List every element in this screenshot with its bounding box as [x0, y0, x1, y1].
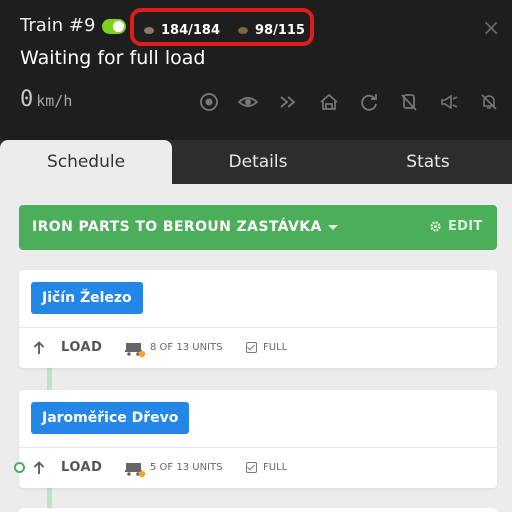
train-header: Train #9 184/184 98/115 × Waiting for fu…: [0, 0, 512, 140]
wood-icon: [238, 27, 248, 34]
timeline-connector: [47, 368, 52, 390]
order-action: LOAD: [61, 340, 103, 355]
schedule-stop: Jičín Železo LOAD 8 OF 13 UNITS FULL: [19, 270, 497, 368]
stop-order[interactable]: LOAD 8 OF 13 UNITS FULL: [19, 328, 497, 368]
tab-schedule[interactable]: Schedule: [0, 140, 172, 184]
iron-ore-icon: [144, 27, 154, 34]
tab-stats[interactable]: Stats: [344, 140, 512, 184]
edit-route-button[interactable]: EDIT: [429, 219, 483, 234]
mute-bell-icon[interactable]: [478, 91, 500, 113]
arrow-up-icon: [33, 341, 45, 354]
order-condition: FULL: [263, 342, 288, 353]
horn-icon[interactable]: [438, 91, 460, 113]
checkbox-icon: [246, 342, 257, 353]
no-unload-icon[interactable]: [398, 91, 420, 113]
current-stop-marker: [14, 462, 25, 473]
arrow-up-icon: [33, 461, 45, 474]
gear-icon: [430, 221, 441, 232]
order-action: LOAD: [61, 460, 103, 475]
speed-readout: 0 km/h: [20, 87, 72, 112]
train-status: Waiting for full load: [20, 47, 206, 69]
chevron-down-icon: [327, 224, 338, 230]
cargo-amount: 98/115: [255, 23, 305, 38]
station-button[interactable]: Jičín Železo: [31, 282, 143, 314]
cargo-amount: 184/184: [161, 23, 221, 38]
order-condition: FULL: [263, 462, 288, 473]
wagon-icon: [125, 343, 146, 358]
train-active-toggle[interactable]: [102, 19, 126, 34]
cargo-item-iron: 184/184: [144, 23, 220, 38]
train-name: Train #9: [20, 15, 96, 36]
target-icon[interactable]: [198, 91, 220, 113]
depot-icon[interactable]: [318, 91, 340, 113]
wagon-icon: [125, 463, 146, 478]
speed-unit: km/h: [36, 92, 73, 110]
stop-order[interactable]: LOAD 5 OF 13 UNITS FULL: [19, 448, 497, 488]
route-name-label: IRON PARTS TO BEROUN ZASTÁVKA: [32, 219, 322, 235]
route-name[interactable]: IRON PARTS TO BEROUN ZASTÁVKA: [32, 219, 338, 235]
close-icon[interactable]: ×: [482, 18, 500, 40]
eye-icon[interactable]: [237, 91, 259, 113]
checkbox-icon: [246, 462, 257, 473]
station-button[interactable]: Jaroměřice Dřevo: [31, 402, 190, 434]
cargo-item-wood: 98/115: [238, 23, 305, 38]
fast-forward-icon[interactable]: [278, 91, 300, 113]
speed-value: 0: [20, 87, 34, 112]
edit-label: EDIT: [448, 219, 483, 234]
order-units: 8 OF 13 UNITS: [150, 342, 223, 353]
order-units: 5 OF 13 UNITS: [150, 462, 223, 473]
route-selector[interactable]: IRON PARTS TO BEROUN ZASTÁVKA EDIT: [19, 205, 497, 250]
cargo-summary: 184/184 98/115: [130, 8, 314, 46]
refresh-icon[interactable]: [358, 91, 380, 113]
schedule-stop: [19, 508, 497, 512]
tab-bar: Schedule Details Stats: [0, 140, 512, 184]
tab-details[interactable]: Details: [172, 140, 344, 184]
schedule-stop: Jaroměřice Dřevo LOAD 5 OF 13 UNITS FULL: [19, 390, 497, 488]
train-toolbar: [198, 91, 500, 113]
